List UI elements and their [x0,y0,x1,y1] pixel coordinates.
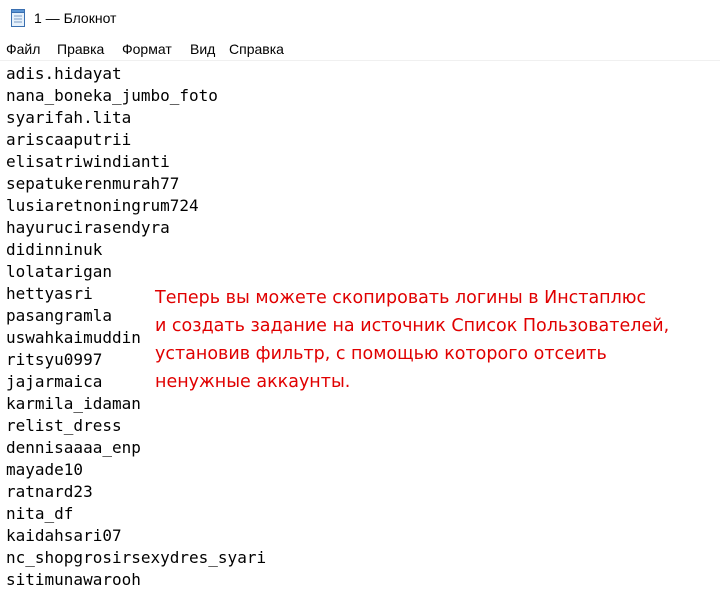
text-line[interactable]: ratnard23 [6,481,266,503]
text-line[interactable]: sepatukerenmurah77 [6,173,266,195]
window-title: 1 — Блокнот [34,10,117,26]
text-line[interactable]: ariscaaputrii [6,129,266,151]
text-line[interactable]: adis.hidayat [6,63,266,85]
notepad-window: 1 — Блокнот Файл Правка Формат Вид Справ… [0,0,720,591]
menu-help[interactable]: Справка [229,40,284,58]
text-line[interactable]: nana_boneka_jumbo_foto [6,85,266,107]
title-bar: 1 — Блокнот [0,0,720,36]
text-line[interactable]: hayurucirasendyra [6,217,266,239]
text-line[interactable]: lusiaretnoningrum724 [6,195,266,217]
notepad-icon [11,9,25,27]
menu-file[interactable]: Файл [6,40,40,58]
text-line[interactable]: kaidahsari07 [6,525,266,547]
annotation-line: ненужные аккаунты. [155,372,351,392]
menu-view[interactable]: Вид [190,40,215,58]
annotation-text: Теперь вы можете скопировать логины в Ин… [155,284,720,396]
text-line[interactable]: nita_df [6,503,266,525]
annotation-line: и создать задание на источник Список Пол… [155,316,670,336]
annotation-line: установив фильтр, с помощью которого отс… [155,344,607,364]
text-line[interactable]: sitimunawarooh [6,569,266,591]
menu-format[interactable]: Формат [122,40,172,58]
menu-bar: Файл Правка Формат Вид Справка [0,38,720,60]
text-line[interactable]: mayade10 [6,459,266,481]
menu-edit[interactable]: Правка [57,40,104,58]
text-line[interactable]: relist_dress [6,415,266,437]
annotation-line: Теперь вы можете скопировать логины в Ин… [155,288,647,308]
text-line[interactable]: syarifah.lita [6,107,266,129]
text-line[interactable]: elisatriwindianti [6,151,266,173]
text-line[interactable]: karmila_idaman [6,393,266,415]
text-line[interactable]: lolatarigan [6,261,266,283]
text-line[interactable]: didinninuk [6,239,266,261]
text-line[interactable]: dennisaaaa_enp [6,437,266,459]
text-line[interactable]: nc_shopgrosirsexydres_syari [6,547,266,569]
